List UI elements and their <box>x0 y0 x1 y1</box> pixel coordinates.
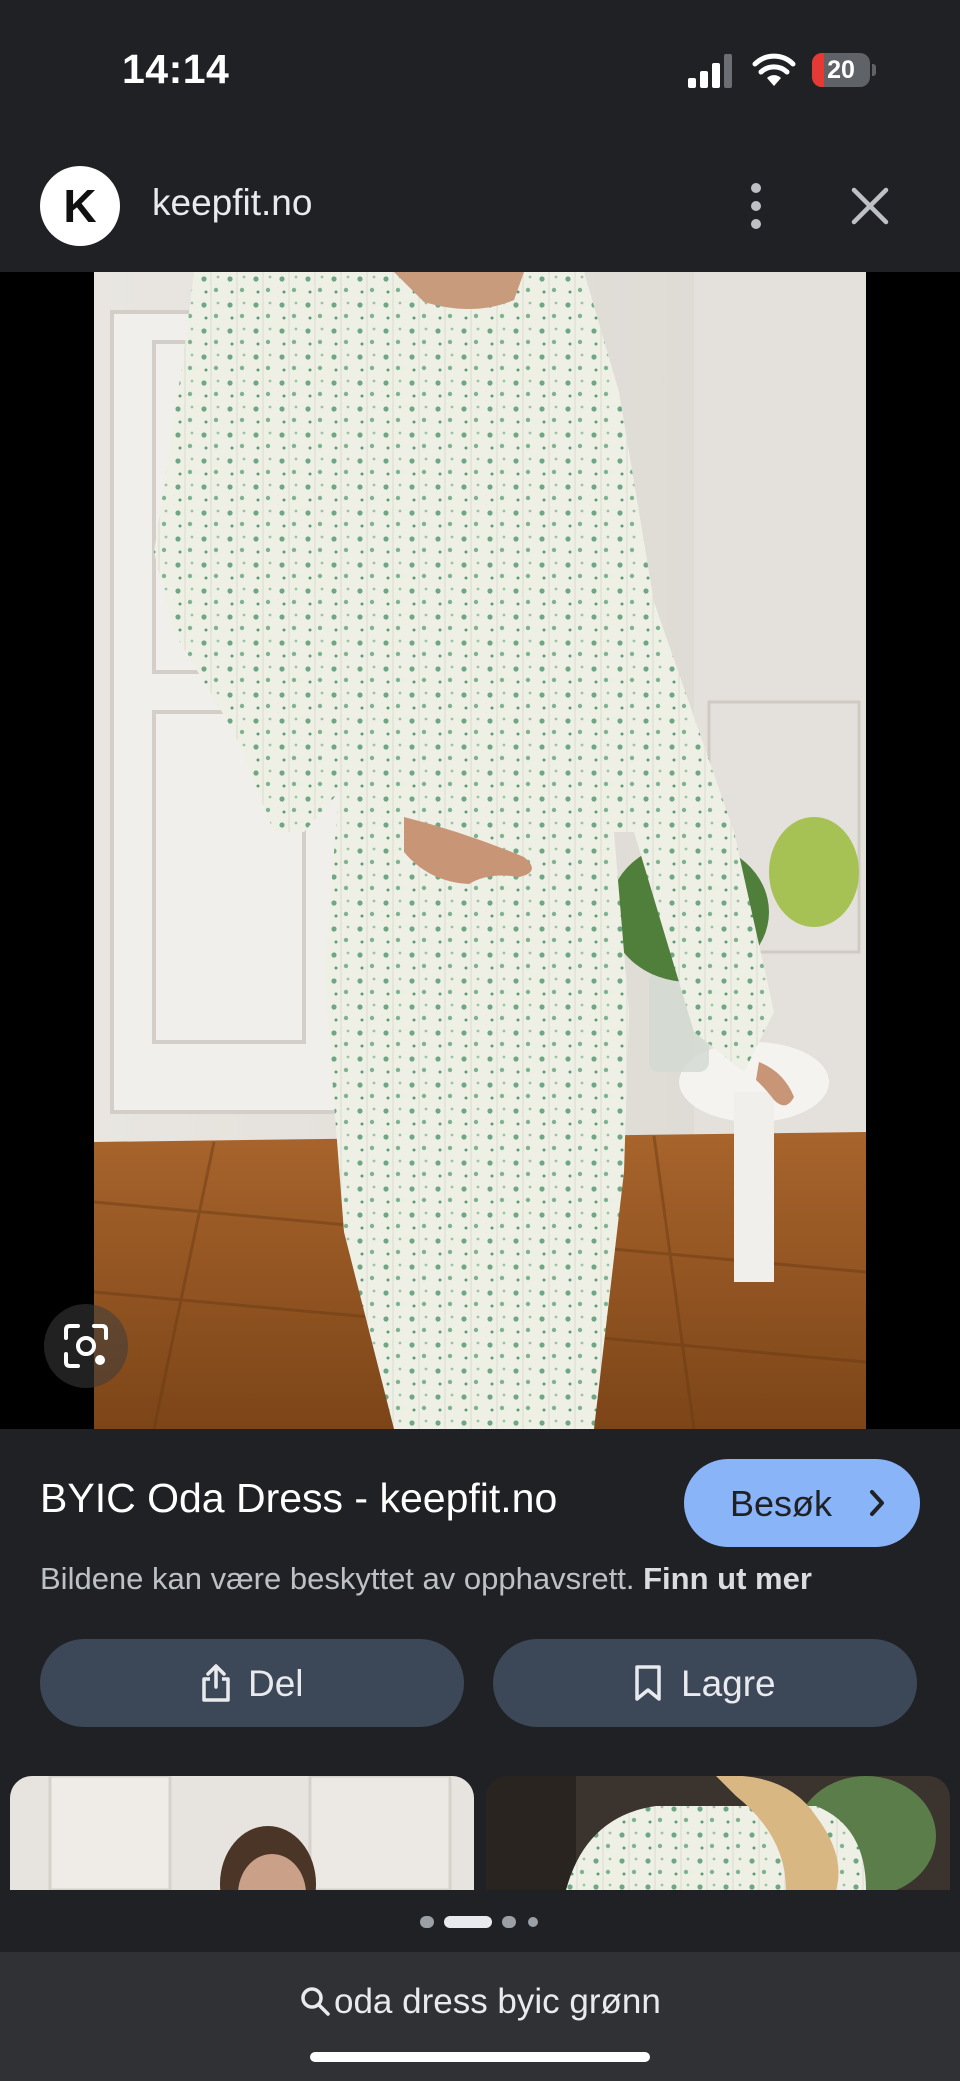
copyright-text: Bildene kan være beskyttet av opphavsret… <box>40 1561 635 1596</box>
save-label: Lagre <box>681 1663 776 1704</box>
pager-dot[interactable] <box>528 1917 538 1927</box>
bookmark-icon <box>635 1665 661 1701</box>
image-pager <box>0 1890 960 1952</box>
battery-level: 20 <box>827 56 855 84</box>
image-viewer <box>0 272 960 1429</box>
more-vert-icon[interactable] <box>736 176 776 236</box>
share-icon <box>202 1664 230 1702</box>
image-viewer-header: K keepfit.no <box>0 140 960 272</box>
lens-icon <box>64 1324 108 1368</box>
share-label: Del <box>248 1663 304 1704</box>
battery-icon: 20 <box>812 53 876 87</box>
related-images <box>0 1776 960 1890</box>
related-image-thumbnail[interactable] <box>10 1776 474 1890</box>
signal-icon <box>688 54 732 88</box>
search-bar[interactable]: oda dress byic grønn <box>0 1952 960 2081</box>
visit-button[interactable]: Besøk <box>684 1459 920 1547</box>
copyright-notice: Bildene kan være beskyttet av opphavsret… <box>40 1561 812 1597</box>
product-image[interactable] <box>94 272 866 1429</box>
chevron-right-icon <box>870 1490 884 1516</box>
search-query[interactable]: oda dress byic grønn <box>334 1982 661 2022</box>
share-button[interactable]: Del <box>40 1639 464 1727</box>
close-icon[interactable] <box>848 184 892 228</box>
save-button[interactable]: Lagre <box>493 1639 917 1727</box>
related-image-thumbnail[interactable] <box>486 1776 950 1890</box>
search-icon <box>301 1987 330 2016</box>
status-bar: 14:14 20 <box>0 0 960 140</box>
lens-button[interactable] <box>44 1304 128 1388</box>
pager-dot[interactable] <box>502 1916 516 1928</box>
pager-dot[interactable] <box>420 1916 434 1928</box>
site-logo[interactable]: K <box>40 166 120 246</box>
result-title[interactable]: BYIC Oda Dress - keepfit.no <box>40 1475 557 1522</box>
visit-label: Besøk <box>730 1483 833 1524</box>
status-time: 14:14 <box>122 46 230 92</box>
pager-dot-active[interactable] <box>444 1916 492 1928</box>
learn-more-link[interactable]: Finn ut mer <box>643 1561 812 1596</box>
home-indicator[interactable] <box>310 2052 650 2062</box>
site-name[interactable]: keepfit.no <box>152 182 312 224</box>
wifi-icon <box>752 53 796 86</box>
